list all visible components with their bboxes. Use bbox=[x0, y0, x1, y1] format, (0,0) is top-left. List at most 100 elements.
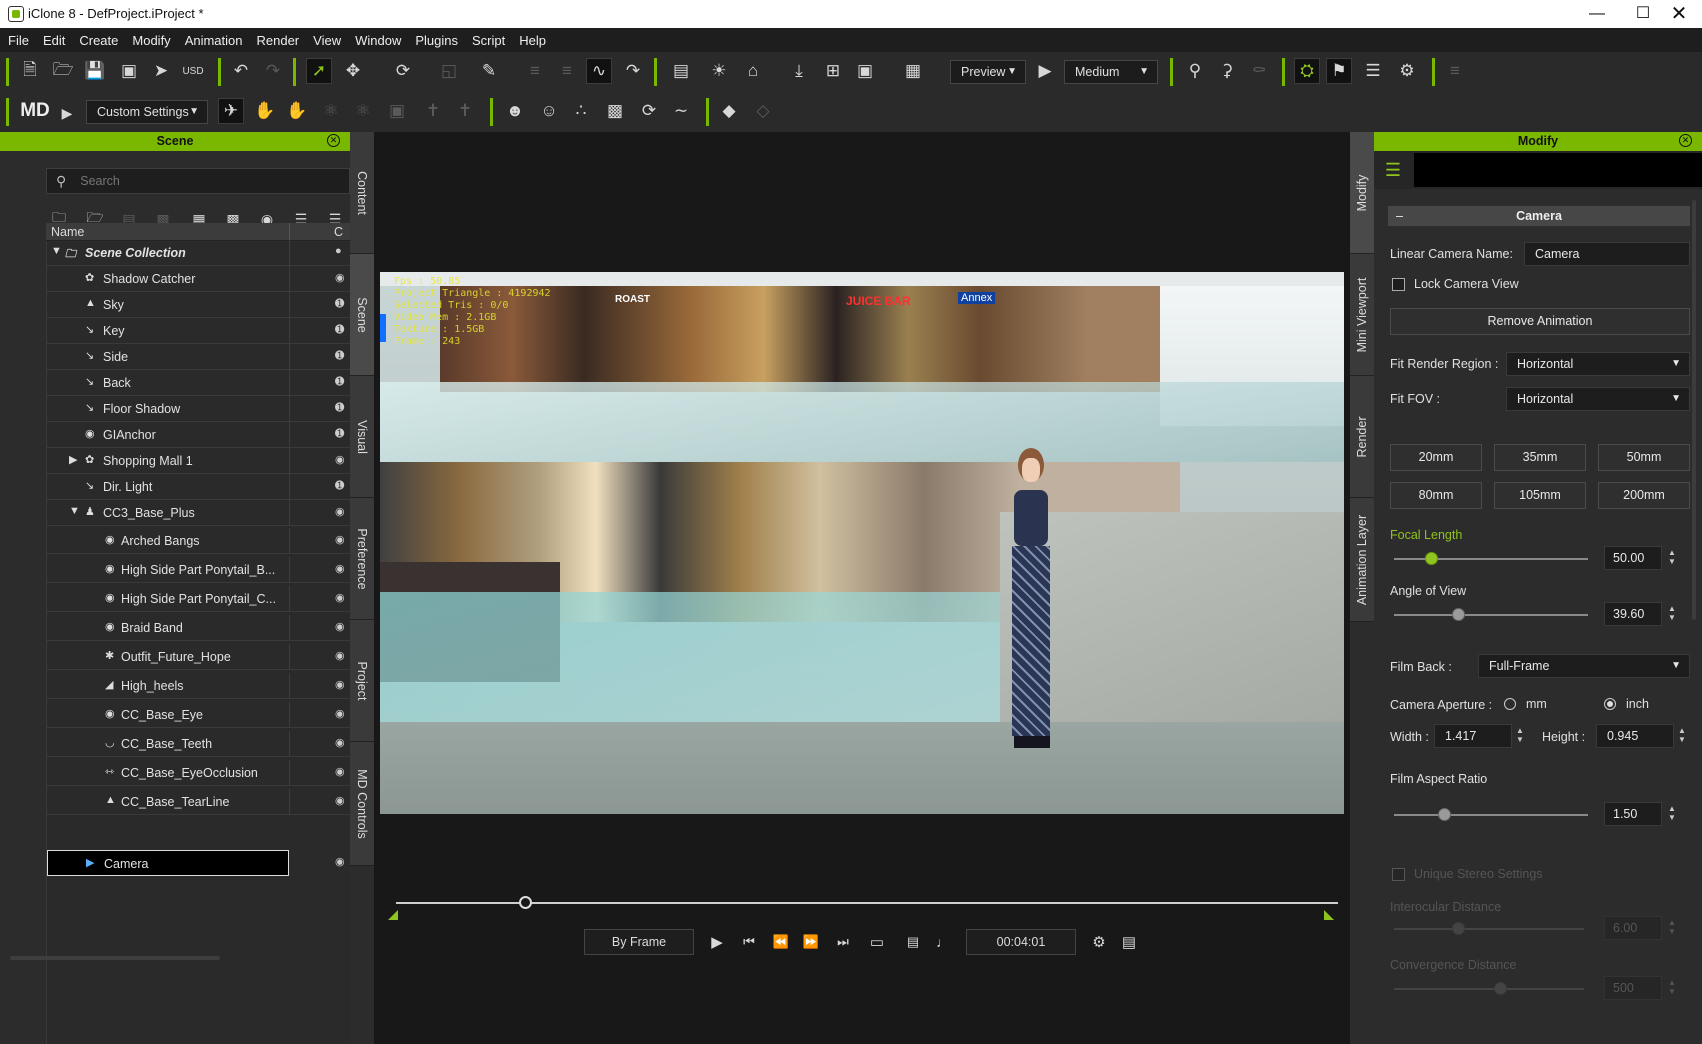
visibility-eye-icon[interactable]: ◉ bbox=[335, 533, 345, 546]
preview-mode-dropdown[interactable]: Preview ▼ bbox=[950, 60, 1026, 84]
undo-icon[interactable]: ↶ bbox=[228, 58, 254, 84]
timeline-track[interactable] bbox=[396, 902, 1338, 904]
spin-arrows-icon[interactable]: ▲ ▼ bbox=[1668, 548, 1676, 566]
expand-arrow-icon[interactable]: ▶ bbox=[69, 453, 77, 466]
md-logo-icon[interactable]: MD bbox=[18, 98, 52, 124]
lock-camera-checkbox[interactable] bbox=[1392, 278, 1405, 291]
lens-50mm-button[interactable]: 50mm bbox=[1598, 444, 1690, 471]
tree-row[interactable]: ◢ High_heels ◉ bbox=[47, 673, 350, 699]
linear-camera-name-field[interactable]: Camera bbox=[1524, 242, 1690, 266]
prev-frame-icon[interactable]: ⏪ bbox=[768, 929, 794, 955]
video-camera-icon[interactable]: ▶ bbox=[1032, 58, 1058, 84]
visibility-dot-icon[interactable]: ● bbox=[335, 245, 342, 257]
tree-row-selected[interactable]: ▶ Camera bbox=[47, 850, 289, 876]
physics-icon[interactable]: ⚲ bbox=[1182, 58, 1208, 84]
array-grid-icon[interactable]: ▩ bbox=[602, 98, 628, 124]
tree-row[interactable]: ✿ Shadow Catcher ◉ bbox=[47, 266, 350, 292]
modify-settings-icon[interactable]: ☰ bbox=[1380, 157, 1406, 183]
play-circle-icon[interactable]: ▶ bbox=[54, 100, 80, 126]
light-toggle-icon[interactable]: ➊ bbox=[335, 349, 344, 362]
cycle-icon[interactable]: ⟳ bbox=[636, 98, 662, 124]
timeline-playhead[interactable] bbox=[519, 896, 533, 909]
time-display[interactable]: 00:04:01 bbox=[966, 929, 1076, 955]
select-tool-icon[interactable]: ➚ bbox=[306, 58, 332, 84]
visibility-eye-icon[interactable]: ◉ bbox=[335, 505, 345, 518]
close-panel-icon[interactable]: ✕ bbox=[327, 134, 340, 147]
tab-animation-layer[interactable]: Animation Layer bbox=[1350, 498, 1374, 622]
menu-animation[interactable]: Animation bbox=[185, 33, 243, 48]
visibility-eye-icon[interactable]: ◉ bbox=[335, 453, 345, 466]
tree-row[interactable]: ✱ Outfit_Future_Hope ◉ bbox=[47, 644, 350, 670]
scale-tool-icon[interactable]: ◱ bbox=[436, 58, 462, 84]
light-toggle-icon[interactable]: ➊ bbox=[335, 323, 344, 336]
aperture-inch-radio[interactable] bbox=[1604, 698, 1616, 710]
focal-length-slider[interactable] bbox=[1394, 552, 1588, 565]
rotate-tool-icon[interactable]: ⟳ bbox=[390, 58, 416, 84]
film-back-dropdown[interactable]: Full-Frame ▼ bbox=[1478, 654, 1690, 678]
audio-icon[interactable]: ♩ bbox=[930, 929, 956, 955]
playback-settings-icon[interactable]: ⚙ bbox=[1086, 929, 1112, 955]
tree-row[interactable]: ⇿ CC_Base_EyeOcclusion ◉ bbox=[47, 760, 350, 786]
spin-arrows-icon[interactable]: ▲ ▼ bbox=[1668, 604, 1676, 622]
visibility-eye-icon[interactable]: ◉ bbox=[335, 855, 345, 868]
light-toggle-icon[interactable]: ➊ bbox=[335, 401, 344, 414]
quality-dropdown[interactable]: Medium ▼ bbox=[1064, 60, 1158, 84]
flag-icon[interactable]: ⚑ bbox=[1326, 58, 1352, 84]
distribute-icon[interactable]: ≡ bbox=[554, 58, 580, 84]
interocular-slider[interactable] bbox=[1394, 922, 1584, 935]
menu-file[interactable]: File bbox=[8, 33, 29, 48]
tree-row[interactable]: ↘ Side ➊ bbox=[47, 344, 350, 370]
tree-row[interactable]: ▼ 🗀 Scene Collection ● bbox=[47, 240, 350, 266]
visibility-eye-icon[interactable]: ◉ bbox=[335, 736, 345, 749]
frame-mode-dropdown[interactable]: By Frame bbox=[584, 929, 694, 955]
menu-help[interactable]: Help bbox=[519, 33, 546, 48]
width-field[interactable]: 1.417 bbox=[1434, 724, 1512, 748]
light-toggle-icon[interactable]: ➊ bbox=[335, 375, 344, 388]
next-frame-icon[interactable]: ⏩ bbox=[798, 929, 824, 955]
go-end-icon[interactable]: ⏭ bbox=[830, 929, 856, 955]
minimize-button[interactable]: — bbox=[1574, 0, 1620, 28]
visibility-eye-icon[interactable]: ◉ bbox=[335, 271, 345, 284]
visibility-eye-icon[interactable]: ◉ bbox=[335, 620, 345, 633]
film-aspect-ratio-field[interactable]: 1.50 bbox=[1604, 802, 1662, 826]
angle-of-view-field[interactable]: 39.60 bbox=[1604, 602, 1662, 626]
lens-200mm-button[interactable]: 200mm bbox=[1598, 482, 1690, 509]
column-name-header[interactable]: Name bbox=[51, 225, 84, 239]
path-icon[interactable]: ∼ bbox=[668, 98, 694, 124]
spin-arrows-icon[interactable]: ▲ ▼ bbox=[1668, 918, 1676, 936]
tab-project[interactable]: Project bbox=[350, 620, 374, 742]
menu-script[interactable]: Script bbox=[472, 33, 505, 48]
group-icon[interactable]: ☺ bbox=[536, 98, 562, 124]
lens-80mm-button[interactable]: 80mm bbox=[1390, 482, 1482, 509]
aperture-mm-radio[interactable] bbox=[1504, 698, 1516, 710]
tab-mini-viewport[interactable]: Mini Viewport bbox=[1350, 254, 1374, 376]
lens-20mm-button[interactable]: 20mm bbox=[1390, 444, 1482, 471]
remove-animation-button[interactable]: Remove Animation bbox=[1390, 308, 1690, 335]
tab-render[interactable]: Render bbox=[1350, 376, 1374, 498]
export-usd-icon[interactable]: USD bbox=[180, 58, 206, 84]
close-button[interactable]: ✕ bbox=[1656, 0, 1702, 28]
timeline-end-marker[interactable] bbox=[1324, 910, 1334, 920]
visibility-eye-icon[interactable]: ◉ bbox=[335, 649, 345, 662]
menu-view[interactable]: View bbox=[313, 33, 341, 48]
tab-md-controls[interactable]: MD Controls bbox=[350, 742, 374, 866]
tab-scene[interactable]: Scene bbox=[350, 254, 374, 376]
walk-icon[interactable]: ✝ bbox=[420, 98, 446, 124]
visibility-eye-icon[interactable]: ◉ bbox=[335, 562, 345, 575]
light-icon[interactable]: ☀ bbox=[706, 58, 732, 84]
rigid-body-icon[interactable]: ⚰ bbox=[1246, 58, 1272, 84]
tree-row[interactable]: ◉ Braid Band ◉ bbox=[47, 615, 350, 641]
search-box[interactable]: ⚲ bbox=[46, 168, 350, 194]
loop-icon[interactable]: ▭ bbox=[864, 929, 890, 955]
checklist-icon[interactable]: ☰ bbox=[1360, 58, 1386, 84]
render-icon[interactable]: ▣ bbox=[116, 58, 142, 84]
go-start-icon[interactable]: ⏮ bbox=[736, 929, 762, 955]
menu-modify[interactable]: Modify bbox=[132, 33, 170, 48]
interocular-field[interactable]: 6.00 bbox=[1604, 916, 1662, 940]
redo-icon[interactable]: ↷ bbox=[260, 58, 286, 84]
interocular-knob[interactable] bbox=[1452, 922, 1465, 935]
timeline-panel-icon[interactable]: ▤ bbox=[1116, 929, 1142, 955]
modify-scrollbar[interactable] bbox=[1692, 200, 1696, 620]
tree-row[interactable]: ↘ Dir. Light ➊ bbox=[47, 474, 350, 500]
move-tool-icon[interactable]: ✥ bbox=[340, 58, 366, 84]
